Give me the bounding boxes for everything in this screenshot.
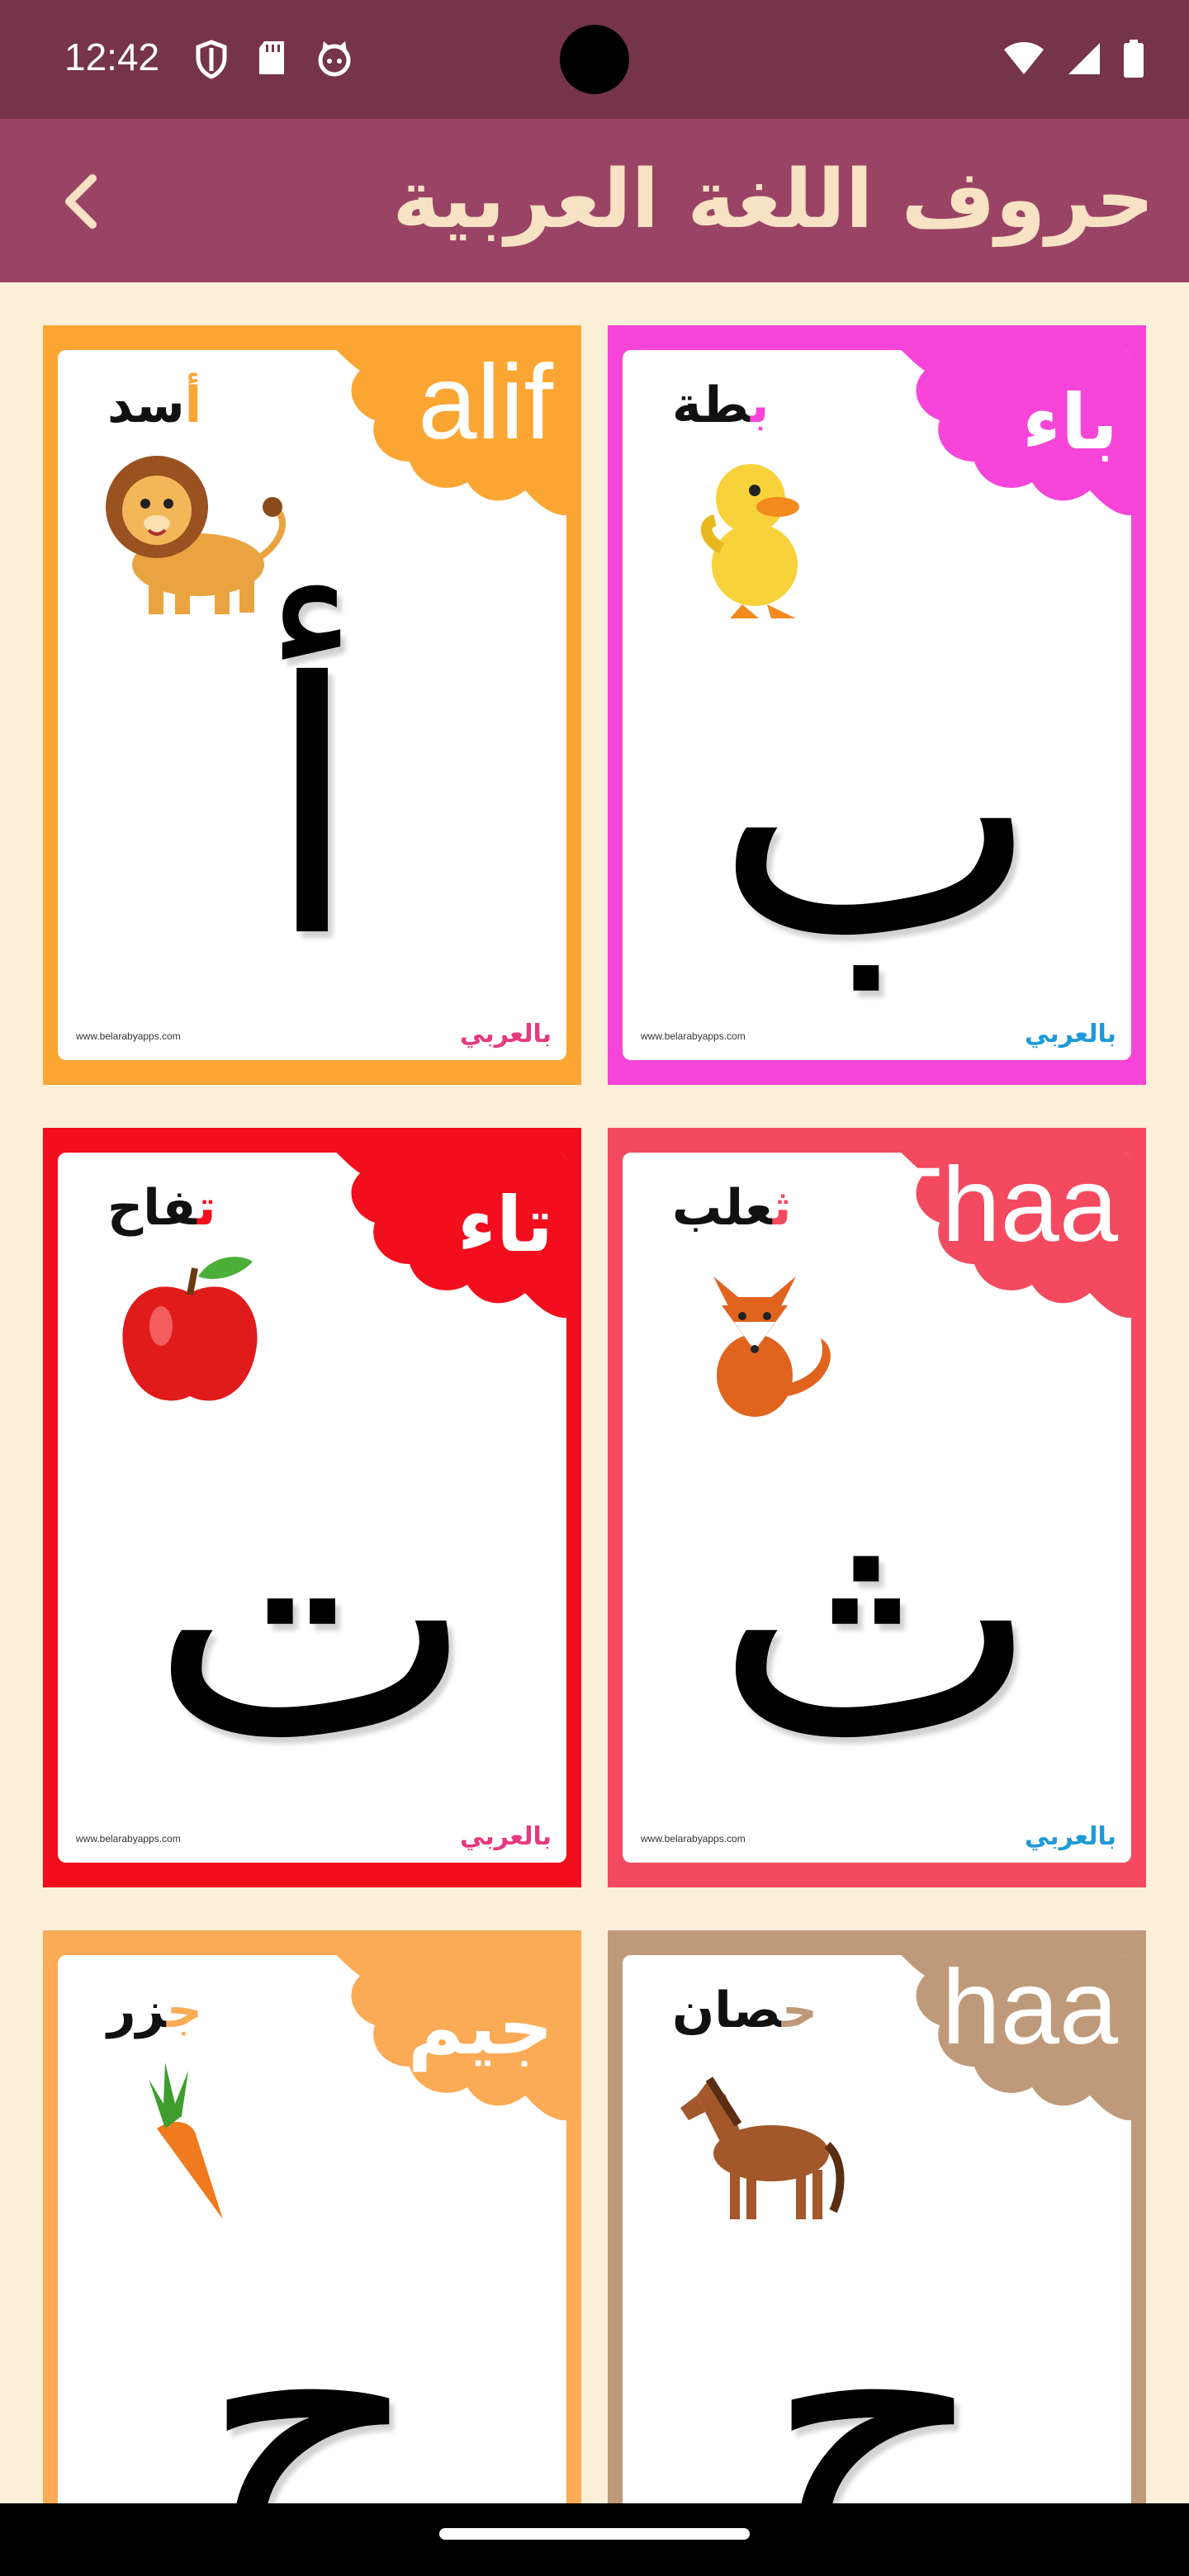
letter-card-jeem[interactable]: جيم جزر ج <box>43 1930 581 2503</box>
word-first-letter: ث <box>772 1179 792 1237</box>
letter-name: Thaa <box>877 1153 1118 1264</box>
word-rest: زر <box>107 1982 167 2039</box>
letter-card-thaa[interactable]: Thaa ثعلب ث www.belarabyapps.com بالعربي <box>608 1128 1146 1887</box>
word-first-letter: ح <box>781 1982 818 2039</box>
card-face: تاء تفاح ت www.belarabyapps.com بالعربي <box>58 1153 566 1863</box>
status-bar: 12:42 <box>0 0 1189 119</box>
word-first-letter: أ <box>184 376 202 434</box>
camera-cutout <box>560 25 629 94</box>
site-url: www.belarabyapps.com <box>76 1833 181 1844</box>
big-letter: ب <box>713 610 1040 1014</box>
lion-picture <box>106 456 287 614</box>
horse-picture <box>680 2076 845 2219</box>
home-gesture-handle[interactable] <box>439 2528 750 2540</box>
word-rest: سد <box>107 376 185 434</box>
word-first-letter: ب <box>750 376 770 434</box>
example-word: تفاح <box>107 1179 216 1237</box>
letter-card-alif[interactable]: alif أسد أ www.belarabyapps.com بالعربي <box>43 325 581 1085</box>
site-url: www.belarabyapps.com <box>641 1833 746 1844</box>
back-button[interactable] <box>48 168 114 234</box>
letter-name: باء <box>1021 378 1118 466</box>
word-first-letter: ت <box>197 1179 216 1237</box>
sd-card-icon <box>259 41 284 74</box>
word-rest: علب <box>672 1179 773 1237</box>
example-word: حصان <box>672 1982 817 2039</box>
page-title: حروف اللغة العربية <box>392 153 1154 247</box>
word-first-letter: ج <box>166 1982 203 2039</box>
duckling-picture <box>700 464 799 618</box>
brand-logo: بالعربي <box>1024 1020 1116 1049</box>
word-rest: صان <box>672 1982 782 2039</box>
status-notification-icons <box>195 40 353 79</box>
big-letter: ج <box>200 2215 424 2503</box>
card-face: Thaa ثعلب ث www.belarabyapps.com بالعربي <box>623 1153 1131 1863</box>
site-url: www.belarabyapps.com <box>641 1030 746 1042</box>
card-face: haa حصان ح <box>623 1955 1131 2503</box>
card-face: alif أسد أ www.belarabyapps.com بالعربي <box>58 350 566 1060</box>
letter-name: تاء <box>457 1181 553 1269</box>
signal-icon <box>1068 43 1100 74</box>
cat-face-icon <box>318 41 351 77</box>
battery-icon <box>1124 40 1144 78</box>
site-url: www.belarabyapps.com <box>76 1030 181 1042</box>
letter-card-baa[interactable]: باء بطة ب www.belarabyapps.com بالعربي <box>608 325 1146 1085</box>
big-letter: ت <box>149 1413 476 1816</box>
word-rest: فاح <box>107 1179 197 1237</box>
fox-picture <box>713 1276 831 1417</box>
example-word: جزر <box>107 1982 202 2039</box>
wifi-icon <box>1004 42 1044 74</box>
letter-name: haa <box>941 1955 1118 2067</box>
letter-card-taa[interactable]: تاء تفاح ت www.belarabyapps.com بالعربي <box>43 1128 581 1887</box>
example-word: ثعلب <box>672 1179 791 1237</box>
card-face: جيم جزر ج <box>58 1955 566 2503</box>
big-letter: أ <box>263 610 361 1014</box>
letter-name: جيم <box>407 1983 553 2072</box>
example-word: أسد <box>107 376 201 434</box>
system-navigation-bar <box>0 2503 1189 2576</box>
status-system-icons <box>1002 40 1144 78</box>
app-bar: حروف اللغة العربية <box>0 119 1189 282</box>
brand-logo: بالعربي <box>1024 1822 1116 1851</box>
example-word: بطة <box>672 376 769 434</box>
big-letter: ث <box>713 1413 1040 1816</box>
letter-name: alif <box>418 350 553 462</box>
big-letter: ح <box>765 2215 989 2503</box>
card-face: باء بطة ب www.belarabyapps.com بالعربي <box>623 350 1131 1060</box>
letter-card-haa[interactable]: haa حصان ح <box>608 1930 1146 2503</box>
chevron-left-icon <box>65 174 97 229</box>
carrot-picture <box>149 2062 223 2219</box>
brand-logo: بالعربي <box>459 1020 552 1049</box>
word-rest: طة <box>672 376 751 434</box>
status-time: 12:42 <box>64 36 160 78</box>
shield-icon <box>196 40 227 79</box>
apple-picture <box>122 1257 258 1401</box>
brand-logo: بالعربي <box>459 1822 552 1851</box>
letters-grid: alif أسد أ www.belarabyapps.com بالعربي <box>0 282 1189 2503</box>
